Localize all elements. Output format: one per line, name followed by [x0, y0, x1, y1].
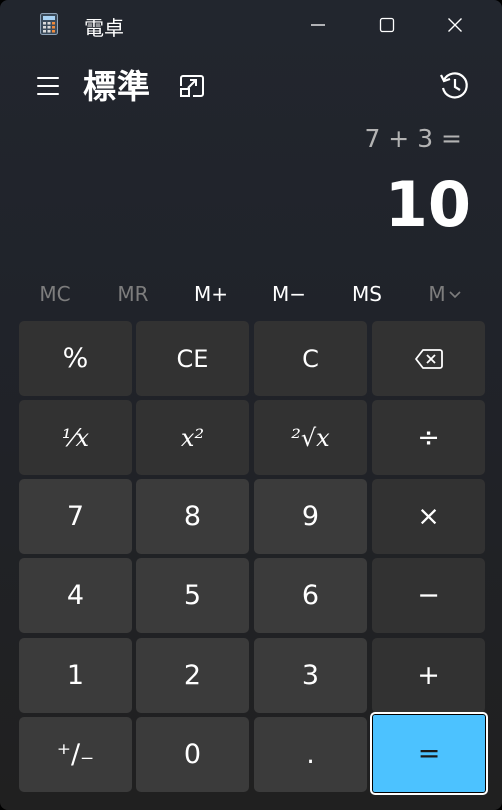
memory-row: MC MR M+ M− MS M	[0, 274, 502, 314]
maximize-button[interactable]	[364, 8, 410, 42]
digit-6-button[interactable]: 6	[254, 558, 367, 633]
hamburger-icon-line	[37, 93, 59, 95]
memory-recall-button[interactable]: MR	[98, 274, 168, 314]
clear-entry-button[interactable]: CE	[136, 321, 249, 396]
title-bar: 電卓	[0, 0, 502, 50]
clear-button[interactable]: C	[254, 321, 367, 396]
subtract-button[interactable]: −	[372, 558, 485, 633]
digit-4-button[interactable]: 4	[19, 558, 132, 633]
digit-3-button[interactable]: 3	[254, 638, 367, 713]
digit-7-button[interactable]: 7	[19, 479, 132, 554]
memory-list-button[interactable]: M	[410, 274, 480, 314]
minimize-icon	[311, 24, 325, 26]
memory-add-button[interactable]: M+	[176, 274, 246, 314]
hamburger-icon-line	[37, 77, 59, 79]
digit-8-button[interactable]: 8	[136, 479, 249, 554]
backspace-button[interactable]	[372, 321, 485, 396]
result-display: 10	[384, 168, 471, 241]
square-root-button[interactable]: ²√x	[254, 400, 367, 475]
app-title: 電卓	[84, 16, 124, 40]
history-icon[interactable]	[435, 66, 475, 106]
reciprocal-button[interactable]: ¹⁄x	[19, 400, 132, 475]
close-button[interactable]	[432, 8, 478, 42]
maximize-icon	[379, 17, 395, 33]
multiply-button[interactable]: ×	[372, 479, 485, 554]
keep-on-top-icon[interactable]	[174, 68, 210, 104]
navigation-menu-button[interactable]	[28, 68, 68, 104]
square-button[interactable]: x²	[136, 400, 249, 475]
memory-subtract-button[interactable]: M−	[254, 274, 324, 314]
memory-store-button[interactable]: MS	[332, 274, 402, 314]
square-label: x²	[180, 423, 205, 452]
expression-display: 7 + 3 =	[364, 124, 462, 153]
add-button[interactable]: +	[372, 638, 485, 713]
negate-button[interactable]: ⁺∕₋	[19, 717, 132, 792]
memory-clear-button[interactable]: MC	[20, 274, 90, 314]
calculator-app-icon	[40, 13, 58, 35]
digit-2-button[interactable]: 2	[136, 638, 249, 713]
percent-button[interactable]: %	[19, 321, 132, 396]
calculator-window: 電卓 標準 7 + 3 = 10 MC MR M+ M− MS M % CE C…	[0, 0, 502, 810]
square-root-label: ²√x	[291, 423, 330, 452]
digit-0-button[interactable]: 0	[136, 717, 249, 792]
decimal-button[interactable]: .	[254, 717, 367, 792]
reciprocal-label: ¹⁄x	[61, 423, 90, 452]
equals-button[interactable]: =	[370, 712, 488, 795]
digit-5-button[interactable]: 5	[136, 558, 249, 633]
hamburger-icon-line	[37, 85, 59, 87]
digit-1-button[interactable]: 1	[19, 638, 132, 713]
digit-9-button[interactable]: 9	[254, 479, 367, 554]
divide-button[interactable]: ÷	[372, 400, 485, 475]
backspace-icon	[414, 348, 443, 369]
minimize-button[interactable]	[295, 8, 341, 42]
close-icon	[448, 18, 462, 32]
chevron-down-icon	[449, 291, 461, 299]
mode-title: 標準	[83, 67, 151, 106]
